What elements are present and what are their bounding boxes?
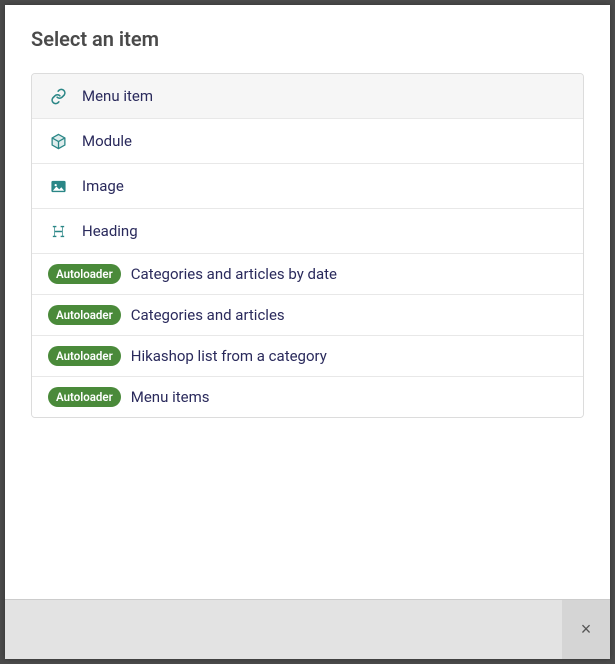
modal-body: Select an item Menu item <box>5 5 610 599</box>
item-label: Image <box>82 177 124 195</box>
item-label: Module <box>82 132 132 150</box>
item-label: Hikashop list from a category <box>131 347 327 365</box>
select-item-modal: Select an item Menu item <box>5 5 610 659</box>
link-icon <box>48 86 68 106</box>
item-categories-articles-by-date[interactable]: Autoloader Categories and articles by da… <box>32 254 583 295</box>
item-menu-item[interactable]: Menu item <box>32 74 583 119</box>
item-label: Categories and articles <box>131 306 285 324</box>
item-categories-articles[interactable]: Autoloader Categories and articles <box>32 295 583 336</box>
close-button[interactable]: × <box>562 600 610 659</box>
item-module[interactable]: Module <box>32 119 583 164</box>
autoloader-badge: Autoloader <box>48 346 121 366</box>
autoloader-badge: Autoloader <box>48 387 121 407</box>
autoloader-badge: Autoloader <box>48 305 121 325</box>
heading-icon <box>48 221 68 241</box>
item-label: Menu items <box>131 388 210 406</box>
item-label: Categories and articles by date <box>131 265 337 283</box>
item-list: Menu item Module <box>31 73 584 418</box>
item-menu-items[interactable]: Autoloader Menu items <box>32 377 583 417</box>
close-icon: × <box>581 619 592 640</box>
item-label: Menu item <box>82 87 153 105</box>
autoloader-badge: Autoloader <box>48 264 121 284</box>
cube-icon <box>48 131 68 151</box>
item-heading[interactable]: Heading <box>32 209 583 254</box>
modal-footer: × <box>5 599 610 659</box>
item-label: Heading <box>82 222 138 240</box>
modal-title: Select an item <box>31 27 584 51</box>
item-image[interactable]: Image <box>32 164 583 209</box>
image-icon <box>48 176 68 196</box>
item-hikashop-list[interactable]: Autoloader Hikashop list from a category <box>32 336 583 377</box>
